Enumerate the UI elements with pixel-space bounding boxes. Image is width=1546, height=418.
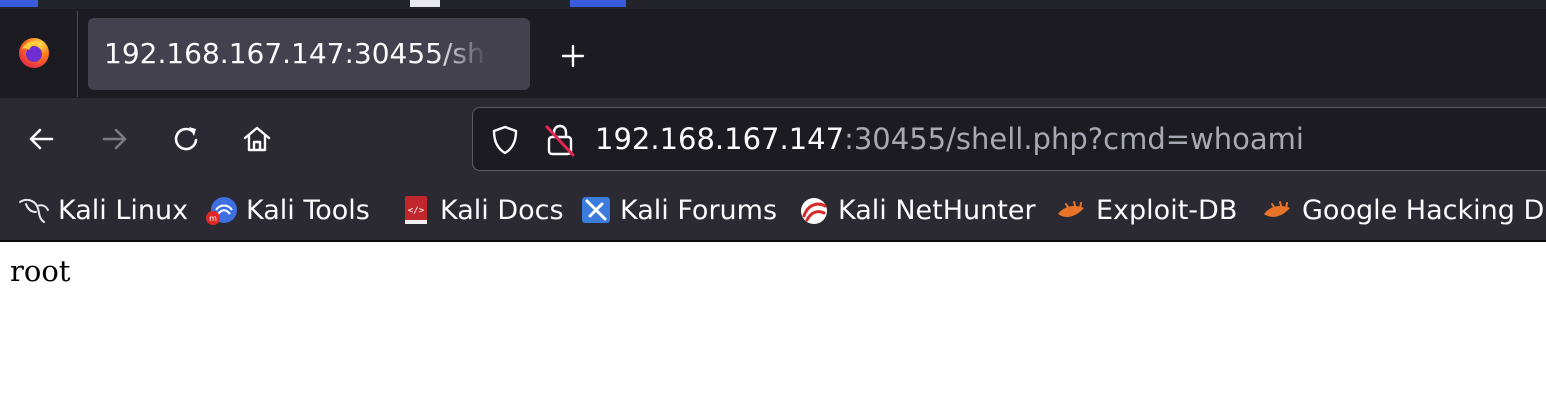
insecure-lock-icon[interactable] <box>543 122 577 158</box>
bookmark-google-hacking-db[interactable]: Google Hacking DB <box>1260 180 1546 240</box>
tracking-protection-shield-icon[interactable] <box>489 124 521 156</box>
reload-icon[interactable] <box>168 120 206 158</box>
kali-docs-icon: </> <box>405 196 427 224</box>
kali-dragon-icon <box>19 198 49 223</box>
exploit-db-icon <box>1264 201 1290 217</box>
tab-title: 192.168.167.147:30455/shell.php?cmd=whoa… <box>104 37 488 70</box>
url-host: 192.168.167.147 <box>595 122 845 156</box>
bookmark-kali-linux[interactable]: Kali Linux <box>16 180 188 240</box>
url-text[interactable]: 192.168.167.147:30455/shell.php?cmd=whoa… <box>595 108 1304 170</box>
bookmark-kali-forums[interactable]: Kali Forums <box>578 180 777 240</box>
forward-arrow-icon[interactable] <box>96 120 134 158</box>
bookmarks-toolbar: Kali Linux m Kali Tools </> Kali Docs Ka… <box>0 180 1546 240</box>
active-tab[interactable]: 192.168.167.147:30455/shell.php?cmd=whoa… <box>88 18 530 90</box>
exploit-db-icon <box>1058 201 1084 217</box>
bookmark-kali-nethunter[interactable]: Kali NetHunter <box>796 180 1036 240</box>
bookmark-kali-tools[interactable]: m Kali Tools <box>204 180 370 240</box>
new-tab-plus-icon[interactable] <box>556 39 590 73</box>
taskbar-app-indicator <box>570 0 626 7</box>
url-path: :30455/shell.php?cmd=whoami <box>844 122 1304 156</box>
bookmark-kali-docs[interactable]: </> Kali Docs <box>398 180 564 240</box>
url-bar[interactable]: 192.168.167.147:30455/shell.php?cmd=whoa… <box>472 107 1546 171</box>
back-arrow-icon[interactable] <box>22 120 60 158</box>
bookmark-exploit-db[interactable]: Exploit-DB <box>1054 180 1237 240</box>
kali-tools-icon: m <box>206 197 237 225</box>
svg-text:</>: </> <box>408 206 425 216</box>
taskbar-app-indicator <box>0 0 38 7</box>
bookmark-label: Google Hacking DB <box>1302 194 1546 226</box>
bookmark-label: Exploit-DB <box>1096 194 1238 226</box>
firefox-logo-icon[interactable] <box>16 35 52 71</box>
page-content: root <box>0 242 1546 418</box>
bookmark-label: Kali Forums <box>620 194 778 226</box>
bookmark-label: Kali NetHunter <box>838 194 1036 226</box>
kali-nethunter-icon <box>801 198 827 224</box>
svg-text:m: m <box>209 214 217 223</box>
command-output-text: root <box>10 254 71 288</box>
taskbar-app-indicator <box>410 0 440 7</box>
tab-divider <box>77 11 78 97</box>
bookmark-label: Kali Linux <box>58 194 189 226</box>
bookmark-label: Kali Docs <box>440 194 564 226</box>
bookmark-label: Kali Tools <box>246 194 370 226</box>
kali-forums-icon <box>582 197 610 223</box>
tab-strip: 192.168.167.147:30455/shell.php?cmd=whoa… <box>0 9 1546 98</box>
os-taskbar-strip <box>0 0 1546 9</box>
home-icon[interactable] <box>238 120 276 158</box>
navigation-toolbar: 192.168.167.147:30455/shell.php?cmd=whoa… <box>0 98 1546 180</box>
